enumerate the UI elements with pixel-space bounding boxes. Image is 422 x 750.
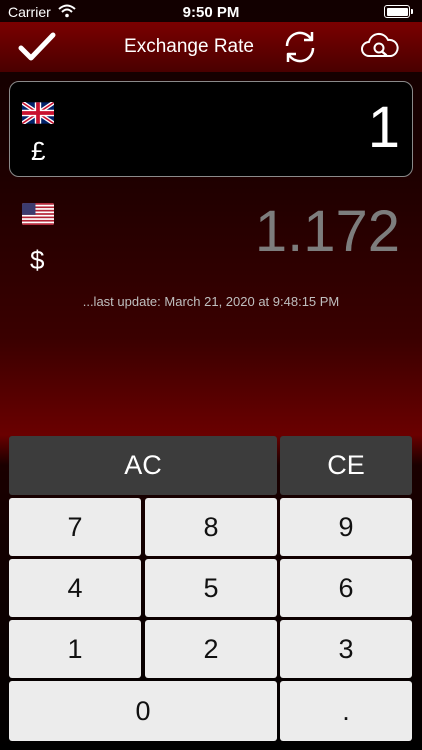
us-flag-icon[interactable] — [22, 203, 54, 225]
all-clear-button[interactable]: AC — [9, 436, 277, 495]
last-update-label: ...last update: March 21, 2020 at 9:48:1… — [82, 294, 340, 309]
key-1[interactable]: 1 — [9, 620, 141, 678]
battery-icon — [384, 5, 413, 18]
key-9[interactable]: 9 — [280, 498, 412, 556]
key-0[interactable]: 0 — [9, 681, 277, 741]
key-6[interactable]: 6 — [280, 559, 412, 617]
clear-entry-button[interactable]: CE — [280, 436, 412, 495]
key-decimal[interactable]: . — [280, 681, 412, 741]
status-time: 9:50 PM — [182, 4, 240, 21]
uk-flag-icon — [22, 102, 54, 124]
key-3[interactable]: 3 — [280, 620, 412, 678]
keypad: AC CE 7 8 9 4 5 6 1 2 3 0 . — [0, 436, 422, 750]
cloud-search-button[interactable] — [357, 24, 403, 70]
converted-amount: 1.172 — [254, 199, 400, 264]
from-amount: 1 — [367, 95, 400, 160]
key-2[interactable]: 2 — [145, 620, 277, 678]
from-currency-field[interactable]: £ 1 — [9, 81, 413, 177]
refresh-icon — [285, 31, 315, 63]
key-4[interactable]: 4 — [9, 559, 141, 617]
key-8[interactable]: 8 — [145, 498, 277, 556]
key-5[interactable]: 5 — [145, 559, 277, 617]
key-7[interactable]: 7 — [9, 498, 141, 556]
cloud-search-icon — [361, 32, 399, 57]
to-currency-symbol: $ — [30, 245, 45, 275]
refresh-button[interactable] — [277, 24, 323, 70]
from-currency-symbol: £ — [31, 136, 46, 166]
navigation-bar: Exchange Rate — [0, 22, 422, 72]
